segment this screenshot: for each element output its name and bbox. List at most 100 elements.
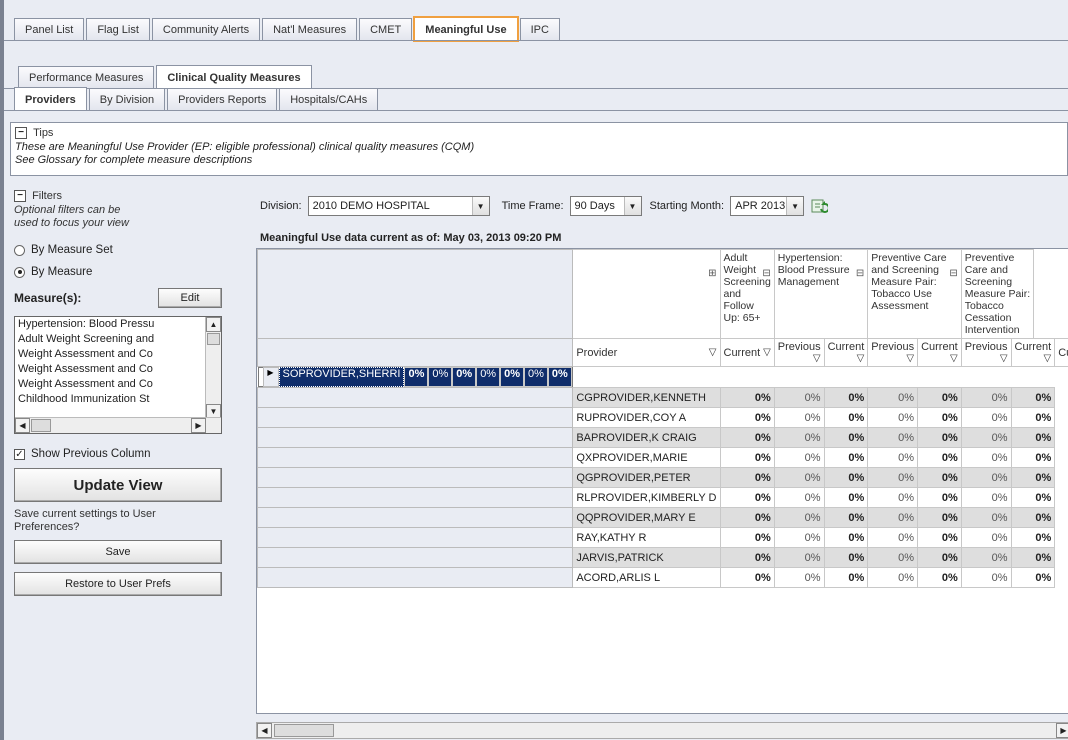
edit-button[interactable]: Edit: [158, 288, 222, 309]
table-row[interactable]: BAPROVIDER,K CRAIG 0% 0% 0% 0% 0% 0% 0%: [257, 427, 1068, 448]
scroll-thumb[interactable]: [207, 333, 220, 346]
list-item[interactable]: Hypertension: Blood Pressu: [15, 317, 205, 332]
provider-cell[interactable]: QXPROVIDER,MARIE: [572, 447, 721, 468]
provider-cell[interactable]: QQPROVIDER,MARY E: [572, 507, 721, 528]
save-button[interactable]: Save: [14, 540, 222, 565]
timeframe-select[interactable]: 90 Days ▼: [569, 196, 642, 216]
row-header[interactable]: [257, 487, 574, 508]
tab-providers[interactable]: Providers: [14, 87, 87, 111]
provider-cell[interactable]: JARVIS,PATRICK: [572, 547, 721, 568]
table-row[interactable]: JARVIS,PATRICK 0% 0% 0% 0% 0% 0% 0%: [257, 547, 1068, 568]
top-tab-strip: Panel List Flag List Community Alerts Na…: [14, 14, 562, 42]
tab-community-alerts[interactable]: Community Alerts: [151, 18, 261, 40]
provider-cell[interactable]: RUPROVIDER,COY A: [572, 407, 721, 428]
row-header[interactable]: [257, 447, 574, 468]
tab-hospitals-cahs[interactable]: Hospitals/CAHs: [279, 88, 379, 110]
row-header[interactable]: [257, 467, 574, 488]
scroll-left-icon[interactable]: ◀: [257, 723, 272, 738]
scroll-up-icon[interactable]: ▲: [206, 317, 221, 333]
provider-cell[interactable]: ACORD,ARLIS L: [572, 567, 721, 588]
table-row[interactable]: RUPROVIDER,COY A 0% 0% 0% 0% 0% 0% 0%: [257, 407, 1068, 428]
provider-cell[interactable]: BAPROVIDER,K CRAIG: [572, 427, 721, 448]
current-column-header[interactable]: Current ▽: [719, 338, 775, 367]
previous-column-header[interactable]: Current: [1054, 338, 1068, 367]
provider-column-header[interactable]: Provider ▽: [572, 338, 721, 367]
provider-cell[interactable]: RAY,KATHY R: [572, 527, 721, 548]
pin-icon[interactable]: ⊟: [762, 268, 770, 280]
pin-icon[interactable]: ⊟: [949, 268, 957, 280]
table-row[interactable]: QGPROVIDER,PETER 0% 0% 0% 0% 0% 0% 0%: [257, 467, 1068, 488]
tab-natl-measures[interactable]: Nat'l Measures: [262, 18, 358, 40]
table-row[interactable]: ▶ SOPROVIDER,SHERRI 0% 0% 0% 0% 0% 0% 0%: [257, 367, 573, 387]
row-header[interactable]: [257, 527, 574, 548]
row-header[interactable]: [257, 407, 574, 428]
filter-icon[interactable]: ▽: [1044, 353, 1052, 364]
radio-by-measure[interactable]: By Measure: [14, 266, 244, 278]
table-row[interactable]: CGPROVIDER,KENNETH 0% 0% 0% 0% 0% 0% 0%: [257, 387, 1068, 408]
tab-flag-list[interactable]: Flag List: [86, 18, 150, 40]
current-column-header[interactable]: Current ▽: [823, 338, 869, 367]
measure-listbox[interactable]: Hypertension: Blood Pressu Adult Weight …: [14, 316, 222, 435]
filter-icon[interactable]: ▽: [857, 353, 865, 364]
filter-icon[interactable]: ▽: [906, 353, 914, 364]
scroll-left-icon[interactable]: ◀: [15, 418, 30, 434]
scroll-thumb[interactable]: [274, 724, 334, 737]
table-row[interactable]: ACORD,ARLIS L 0% 0% 0% 0% 0% 0% 0%: [257, 567, 1068, 588]
list-item[interactable]: Childhood Immunization St: [15, 392, 205, 407]
division-select[interactable]: 2010 DEMO HOSPITAL ▼: [307, 196, 490, 216]
chevron-down-icon[interactable]: ▼: [471, 197, 489, 215]
provider-cell[interactable]: SOPROVIDER,SHERRI: [278, 367, 405, 387]
scroll-right-icon[interactable]: ▶: [1056, 723, 1068, 738]
previous-column-header[interactable]: Previous ▽: [773, 338, 825, 367]
provider-cell[interactable]: CGPROVIDER,KENNETH: [572, 387, 721, 408]
row-header[interactable]: [257, 567, 574, 588]
tab-providers-reports[interactable]: Providers Reports: [167, 88, 278, 110]
restore-user-prefs-button[interactable]: Restore to User Prefs: [14, 572, 222, 597]
list-item[interactable]: Weight Assessment and Co: [15, 347, 205, 362]
tab-meaningful-use[interactable]: Meaningful Use: [413, 16, 519, 42]
row-header[interactable]: [257, 427, 574, 448]
filter-icon[interactable]: ▽: [763, 347, 771, 358]
table-row[interactable]: RAY,KATHY R 0% 0% 0% 0% 0% 0% 0%: [257, 527, 1068, 548]
collapse-icon[interactable]: −: [15, 127, 27, 140]
previous-column-header[interactable]: Previous ▽: [960, 338, 1012, 367]
scroll-thumb[interactable]: [31, 419, 51, 433]
pin-icon[interactable]: ⊞: [708, 268, 716, 279]
current-column-header[interactable]: Current ▽: [917, 338, 962, 367]
row-header[interactable]: [257, 547, 574, 568]
filter-icon[interactable]: ▽: [1000, 353, 1008, 364]
filter-icon[interactable]: ▽: [813, 353, 821, 364]
row-header[interactable]: [257, 387, 574, 408]
vertical-scrollbar[interactable]: ▲ ▼: [205, 317, 221, 420]
refresh-icon[interactable]: [810, 197, 830, 215]
filter-icon[interactable]: ▽: [950, 353, 958, 364]
starting-month-select[interactable]: APR 2013 ▼: [730, 196, 805, 216]
tab-cmet[interactable]: CMET: [359, 18, 413, 40]
scroll-right-icon[interactable]: ▶: [191, 418, 206, 434]
current-column-header[interactable]: Current ▽: [1010, 338, 1056, 367]
collapse-icon[interactable]: −: [14, 190, 26, 203]
list-item[interactable]: Weight Assessment and Co: [15, 377, 205, 392]
tab-ipc[interactable]: IPC: [519, 18, 560, 40]
table-row[interactable]: QXPROVIDER,MARIE 0% 0% 0% 0% 0% 0% 0%: [257, 447, 1068, 468]
list-item[interactable]: Adult Weight Screening and: [15, 332, 205, 347]
row-selector-arrow-icon[interactable]: ▶: [262, 367, 279, 387]
previous-column-header[interactable]: Previous ▽: [867, 338, 919, 367]
grid-horizontal-scrollbar[interactable]: ◀ ▶: [256, 722, 1068, 739]
pin-icon[interactable]: ⊟: [856, 268, 864, 280]
row-header[interactable]: [257, 507, 574, 528]
provider-cell[interactable]: RLPROVIDER,KIMBERLY D: [572, 487, 721, 508]
table-row[interactable]: RLPROVIDER,KIMBERLY D 0% 0% 0% 0% 0% 0% 0%: [257, 487, 1068, 508]
radio-by-measure-set[interactable]: By Measure Set: [14, 244, 244, 256]
tab-panel-list[interactable]: Panel List: [14, 18, 85, 40]
tab-by-division[interactable]: By Division: [88, 88, 166, 110]
chevron-down-icon[interactable]: ▼: [786, 197, 804, 215]
filter-icon[interactable]: ▽: [709, 347, 717, 358]
update-view-button[interactable]: Update View: [14, 468, 222, 503]
table-row[interactable]: QQPROVIDER,MARY E 0% 0% 0% 0% 0% 0% 0%: [257, 507, 1068, 528]
chevron-down-icon[interactable]: ▼: [623, 197, 641, 215]
show-previous-checkbox[interactable]: ✓ Show Previous Column: [14, 448, 244, 460]
list-item[interactable]: Weight Assessment and Co: [15, 362, 205, 377]
horizontal-scrollbar[interactable]: ◀ ▶: [15, 417, 221, 434]
provider-cell[interactable]: QGPROVIDER,PETER: [572, 467, 721, 488]
